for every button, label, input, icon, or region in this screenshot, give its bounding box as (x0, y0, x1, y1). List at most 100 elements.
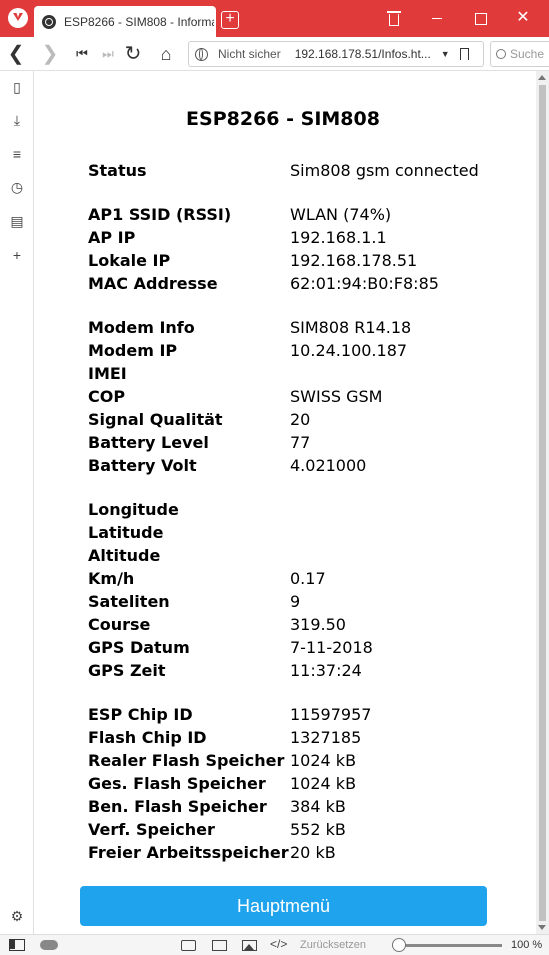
chevron-down-icon[interactable]: ▼ (441, 49, 450, 59)
active-tab[interactable]: ESP8266 - SIM808 - Informat (34, 6, 216, 37)
info-row: AP1 SSID (RSSI) WLAN (74%) (88, 203, 479, 226)
info-value: 62:01:94:B0:F8:85 (290, 274, 439, 293)
info-row: Longitude (88, 498, 479, 521)
minimize-button[interactable] (427, 8, 447, 28)
info-value: 192.168.1.1 (290, 228, 387, 247)
main-menu-button[interactable]: Hauptmenü (80, 886, 487, 926)
scroll-down-icon[interactable] (538, 925, 546, 930)
zoom-level: 100 % (511, 939, 543, 951)
settings-gear-icon[interactable]: ⚙ (9, 908, 25, 924)
info-label: Lokale IP (88, 251, 171, 270)
panel-toggle-icon[interactable] (9, 939, 25, 951)
info-row: GPS Zeit 11:37:24 (88, 659, 479, 682)
info-label: ESP Chip ID (88, 705, 193, 724)
info-value: 1024 kB (290, 774, 357, 793)
info-row: Signal Qualität 20 (88, 408, 479, 431)
info-row: Battery Level 77 (88, 431, 479, 454)
bookmark-icon[interactable] (459, 48, 469, 60)
info-label: Ben. Flash Speicher (88, 797, 267, 816)
page-actions-icon[interactable]: </> (270, 937, 287, 951)
info-label: Km/h (88, 569, 135, 588)
info-label: AP1 SSID (RSSI) (88, 205, 232, 224)
tiling-icon[interactable] (212, 940, 227, 951)
info-label: Altitude (88, 546, 161, 565)
info-label: Modem Info (88, 318, 195, 337)
status-bar: </> Zurücksetzen 100 % (0, 934, 549, 955)
notes-panel-icon[interactable]: ≡ (9, 146, 25, 162)
info-value: 552 kB (290, 820, 346, 839)
info-label: Sateliten (88, 592, 170, 611)
info-value: 192.168.178.51 (290, 251, 418, 270)
search-field[interactable]: Suche (490, 41, 549, 67)
info-label: AP IP (88, 228, 136, 247)
downloads-panel-icon[interactable]: ⤓ (9, 112, 25, 128)
info-row: AP IP 192.168.1.1 (88, 226, 479, 249)
window-panel-icon[interactable]: ▤ (9, 213, 25, 229)
info-label: GPS Zeit (88, 661, 166, 680)
info-row: Ges. Flash Speicher 1024 kB (88, 772, 479, 795)
page-title: ESP8266 - SIM808 (186, 108, 380, 130)
info-label: IMEI (88, 364, 127, 383)
forward-button[interactable]: ❯ (38, 41, 62, 67)
info-label: Modem IP (88, 341, 178, 360)
home-button[interactable]: ⌂ (154, 41, 178, 67)
url-text[interactable]: 192.168.178.51/Infos.ht... (295, 47, 435, 61)
trash-icon[interactable] (387, 10, 401, 27)
info-label: Ges. Flash Speicher (88, 774, 266, 793)
info-row: Course 319.50 (88, 613, 479, 636)
info-row: Lokale IP 192.168.178.51 (88, 249, 479, 272)
fast-forward-button[interactable]: ⏭ (96, 41, 120, 67)
info-label: Longitude (88, 500, 179, 519)
info-row: Ben. Flash Speicher 384 kB (88, 795, 479, 818)
info-value: 4.021000 (290, 456, 367, 475)
info-value: 319.50 (290, 615, 346, 634)
image-toggle-icon[interactable] (242, 940, 257, 951)
info-value: Sim808 gsm connected (290, 161, 479, 180)
info-label: MAC Addresse (88, 274, 218, 293)
back-button[interactable]: ❮ (4, 41, 28, 67)
reload-button[interactable]: ↻ (121, 41, 145, 67)
info-row: MAC Addresse 62:01:94:B0:F8:85 (88, 272, 479, 295)
info-value: 1327185 (290, 728, 362, 747)
zoom-slider-knob[interactable] (392, 938, 406, 952)
globe-favicon-icon (42, 14, 56, 29)
info-value: 1024 kB (290, 751, 357, 770)
close-window-button[interactable]: ✕ (513, 8, 533, 28)
info-label: GPS Datum (88, 638, 190, 657)
new-tab-button[interactable]: + (221, 11, 239, 29)
rewind-button[interactable]: ⏮ (70, 41, 94, 67)
info-value: 77 (290, 433, 311, 452)
tab-title: ESP8266 - SIM808 - Informat (64, 14, 214, 29)
info-row: IMEI (88, 362, 479, 385)
maximize-button[interactable] (470, 8, 490, 28)
scroll-up-icon[interactable] (538, 75, 546, 80)
info-row: GPS Datum 7-11-2018 (88, 636, 479, 659)
info-row: Battery Volt 4.021000 (88, 454, 479, 477)
capture-icon[interactable] (181, 940, 196, 951)
bookmarks-panel-icon[interactable]: ▯ (9, 79, 25, 95)
info-value: 10.24.100.187 (290, 341, 408, 360)
vertical-scrollbar[interactable] (536, 71, 549, 934)
info-value: 20 (290, 410, 311, 429)
info-row: Status Sim808 gsm connected (88, 159, 479, 182)
info-label: COP (88, 387, 126, 406)
info-value: 11597957 (290, 705, 372, 724)
info-label: Signal Qualität (88, 410, 223, 429)
info-value: 9 (290, 592, 301, 611)
sync-cloud-icon[interactable] (40, 940, 58, 950)
vivaldi-menu-icon[interactable] (8, 8, 28, 28)
scroll-thumb[interactable] (539, 85, 546, 921)
history-panel-icon[interactable]: ◷ (9, 179, 25, 195)
zoom-reset-button[interactable]: Zurücksetzen (300, 939, 366, 953)
add-panel-icon[interactable]: + (9, 247, 25, 263)
info-table: Status Sim808 gsm connected AP1 SSID (RSSI… (88, 159, 479, 864)
info-value: 0.17 (290, 569, 326, 588)
info-label: Verf. Speicher (88, 820, 215, 839)
search-placeholder: Suche (510, 47, 545, 61)
zoom-slider[interactable] (392, 944, 502, 947)
site-info-icon[interactable] (195, 47, 208, 61)
info-row: Flash Chip ID 1327185 (88, 726, 479, 749)
url-field[interactable]: Nicht sicher 192.168.178.51/Infos.ht... … (188, 41, 484, 67)
